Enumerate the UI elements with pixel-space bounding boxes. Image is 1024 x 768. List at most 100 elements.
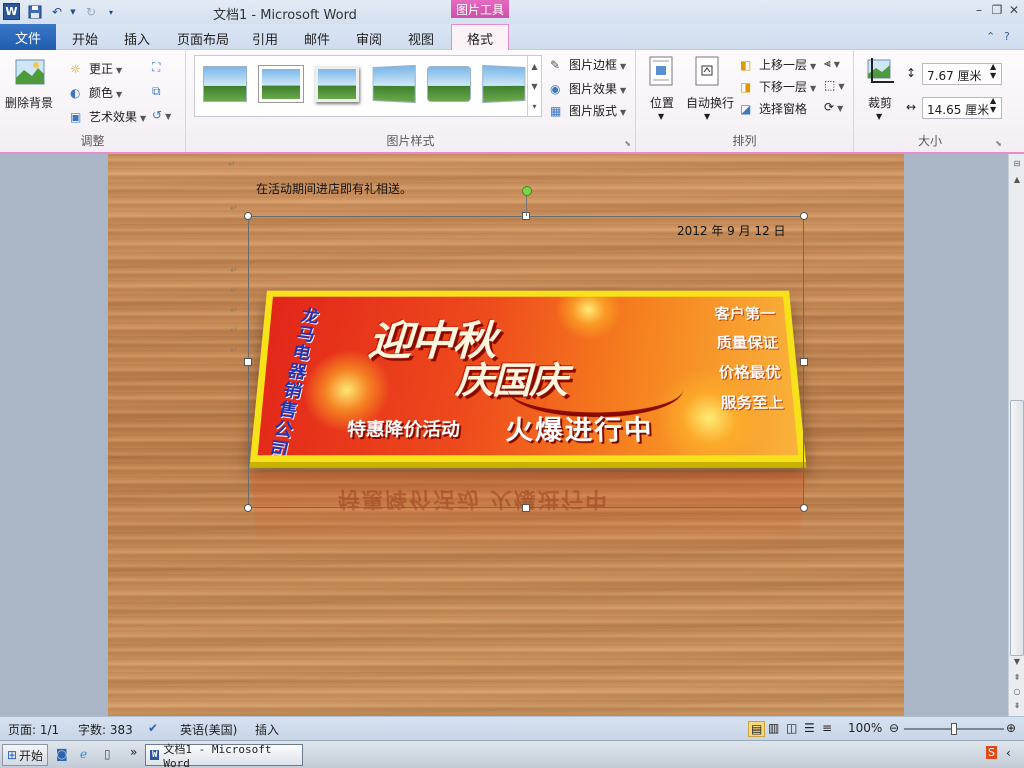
proofing-icon[interactable]: ✔ (148, 721, 158, 735)
insert-mode[interactable]: 插入 (255, 721, 279, 738)
document-area[interactable]: ↵ 在活动期间进店即有礼相送。 ↵ ↵ ↵ ↵ ↵ ↵ 龙马电器销售公司 迎中秋… (0, 154, 1008, 716)
chevron-down-icon[interactable]: ▼ (704, 112, 710, 121)
artistic-effects-button[interactable]: ▣ 艺术效果 ▼ (70, 108, 146, 126)
chevron-down-icon[interactable]: ▼ (658, 112, 664, 121)
align-icon[interactable]: ⫷ ▼ (824, 56, 840, 71)
scroll-down-icon[interactable]: ▼ (1010, 654, 1024, 668)
tab-review[interactable]: 审阅 (356, 29, 382, 48)
zoom-slider[interactable] (904, 723, 1004, 735)
quick-launch-overflow-icon[interactable]: » (130, 745, 137, 759)
language-indicator[interactable]: 英语(美国) (180, 721, 237, 738)
compress-pictures-icon[interactable]: ⛶ (152, 60, 160, 75)
send-backward-button[interactable]: ◨ 下移一层 ▼ (740, 78, 816, 96)
selection-pane-button[interactable]: ◪ 选择窗格 (740, 100, 807, 118)
dialog-launcher-icon[interactable]: ⬊ (624, 139, 631, 148)
position-button[interactable]: 位置 (650, 94, 674, 111)
tray-app-icon[interactable]: S (986, 746, 997, 759)
crop-button[interactable]: 裁剪 (868, 94, 892, 111)
show-desktop-icon[interactable]: ◙ (56, 747, 68, 761)
customize-toolbar-icon[interactable]: ▾ (102, 3, 120, 21)
quick-launch-icon[interactable]: ▯ (104, 747, 111, 761)
word-app-icon[interactable]: W (3, 3, 20, 20)
tray-expand-icon[interactable]: ‹ (1006, 746, 1011, 760)
full-screen-reading-icon[interactable]: ▥ (768, 721, 779, 735)
picture-effects-button[interactable]: ◉ 图片效果 ▼ (550, 80, 626, 98)
picture-selection-frame[interactable] (244, 212, 808, 512)
chevron-down-icon[interactable]: ▼ (876, 112, 882, 121)
resize-handle-top-left[interactable] (244, 212, 252, 220)
redo-icon[interactable]: ↻ (82, 3, 100, 21)
group-icon[interactable]: ⬚ ▼ (824, 78, 845, 92)
color-button[interactable]: ◐ 颜色 ▼ (70, 84, 122, 102)
rotate-icon[interactable]: ⟳ ▼ (824, 100, 843, 114)
next-page-icon[interactable]: ⇟ (1010, 698, 1024, 712)
print-layout-icon[interactable]: ▤ (748, 721, 766, 737)
minimize-icon[interactable]: – (970, 2, 988, 18)
style-thumb-5[interactable] (427, 66, 471, 102)
picture-layout-button[interactable]: ▦ 图片版式 ▼ (550, 102, 626, 120)
zoom-level[interactable]: 100% (848, 721, 882, 735)
gallery-more-icon[interactable]: ▾ (532, 102, 536, 111)
tab-view[interactable]: 视图 (408, 29, 434, 48)
browse-object-icon[interactable]: ○ (1010, 684, 1024, 698)
resize-handle-right[interactable] (800, 358, 808, 366)
remove-background-button[interactable]: 删除背景 (5, 94, 53, 111)
zoom-in-icon[interactable]: ⊕ (1006, 721, 1016, 735)
style-thumb-4[interactable] (372, 64, 416, 104)
outline-view-icon[interactable]: ☰ (804, 721, 815, 735)
bring-forward-button[interactable]: ◧ 上移一层 ▼ (740, 56, 816, 74)
close-icon[interactable]: ✕ (1005, 2, 1023, 18)
width-spinner[interactable]: ▲ ▼ (990, 96, 996, 114)
gallery-down-icon[interactable]: ▼ (531, 82, 537, 91)
zoom-out-icon[interactable]: ⊖ (889, 721, 899, 735)
height-spinner[interactable]: ▲ ▼ (990, 62, 996, 80)
undo-dropdown-icon[interactable]: ▼ (64, 3, 82, 21)
ruler-toggle-icon[interactable]: ⊟ (1010, 156, 1024, 170)
tab-mailings[interactable]: 邮件 (304, 29, 330, 48)
tab-page-layout[interactable]: 页面布局 (177, 29, 229, 48)
wrap-text-button[interactable]: 自动换行 (686, 94, 734, 111)
vertical-scrollbar[interactable]: ⊟ ▲ ▼ ⇞ ○ ⇟ (1008, 154, 1024, 716)
start-button[interactable]: ⊞ 开始 (2, 744, 48, 766)
picture-border-button[interactable]: ✎ 图片边框 ▼ (550, 56, 626, 74)
resize-handle-bottom-left[interactable] (244, 504, 252, 512)
previous-page-icon[interactable]: ⇞ (1010, 670, 1024, 684)
scrollbar-thumb[interactable] (1010, 400, 1024, 656)
gallery-scroll[interactable]: ▲ ▼ ▾ (527, 56, 541, 116)
style-thumb-6[interactable] (482, 64, 526, 104)
gallery-up-icon[interactable]: ▲ (531, 62, 537, 71)
dialog-launcher-icon[interactable]: ⬊ (995, 139, 1002, 148)
tab-references[interactable]: 引用 (252, 29, 278, 48)
document-text-line[interactable]: 在活动期间进店即有礼相送。 (256, 180, 412, 197)
change-picture-icon[interactable]: ⧉ (152, 84, 161, 99)
corrections-button[interactable]: ☼ 更正 ▼ (70, 60, 122, 78)
word-count[interactable]: 字数: 383 (78, 721, 133, 738)
web-layout-icon[interactable]: ◫ (786, 721, 797, 735)
reset-picture-icon[interactable]: ↺ ▼ (152, 108, 171, 122)
zoom-slider-thumb[interactable] (951, 723, 957, 735)
rotation-handle[interactable] (522, 186, 532, 196)
scroll-up-icon[interactable]: ▲ (1010, 172, 1024, 186)
tab-format[interactable]: 格式 (451, 24, 509, 51)
style-thumb-3[interactable] (315, 66, 359, 102)
collapse-ribbon-icon[interactable]: ⌃ (986, 30, 995, 43)
chevron-down-icon: ▼ (620, 62, 627, 71)
resize-handle-left[interactable] (244, 358, 252, 366)
internet-explorer-icon[interactable]: ℯ (80, 747, 87, 761)
help-icon[interactable]: ? (1004, 30, 1010, 43)
draft-view-icon[interactable]: ≡ (822, 721, 832, 735)
page-count[interactable]: 页面: 1/1 (8, 721, 59, 738)
document-page[interactable]: ↵ 在活动期间进店即有礼相送。 ↵ ↵ ↵ ↵ ↵ ↵ 龙马电器销售公司 迎中秋… (108, 154, 904, 716)
tab-insert[interactable]: 插入 (124, 29, 150, 48)
save-icon[interactable] (26, 3, 44, 21)
restore-icon[interactable]: ❐ (988, 2, 1006, 18)
resize-handle-top-right[interactable] (800, 212, 808, 220)
resize-handle-bottom[interactable] (522, 504, 530, 512)
tab-file[interactable]: 文件 (0, 24, 56, 50)
style-thumb-1[interactable] (203, 66, 247, 102)
resize-handle-bottom-right[interactable] (800, 504, 808, 512)
style-thumb-2[interactable] (259, 66, 303, 102)
picture-styles-gallery[interactable]: ▲ ▼ ▾ (194, 55, 542, 117)
taskbar-word-window[interactable]: W 文档1 - Microsoft Word (145, 743, 303, 768)
tab-home[interactable]: 开始 (72, 29, 98, 48)
